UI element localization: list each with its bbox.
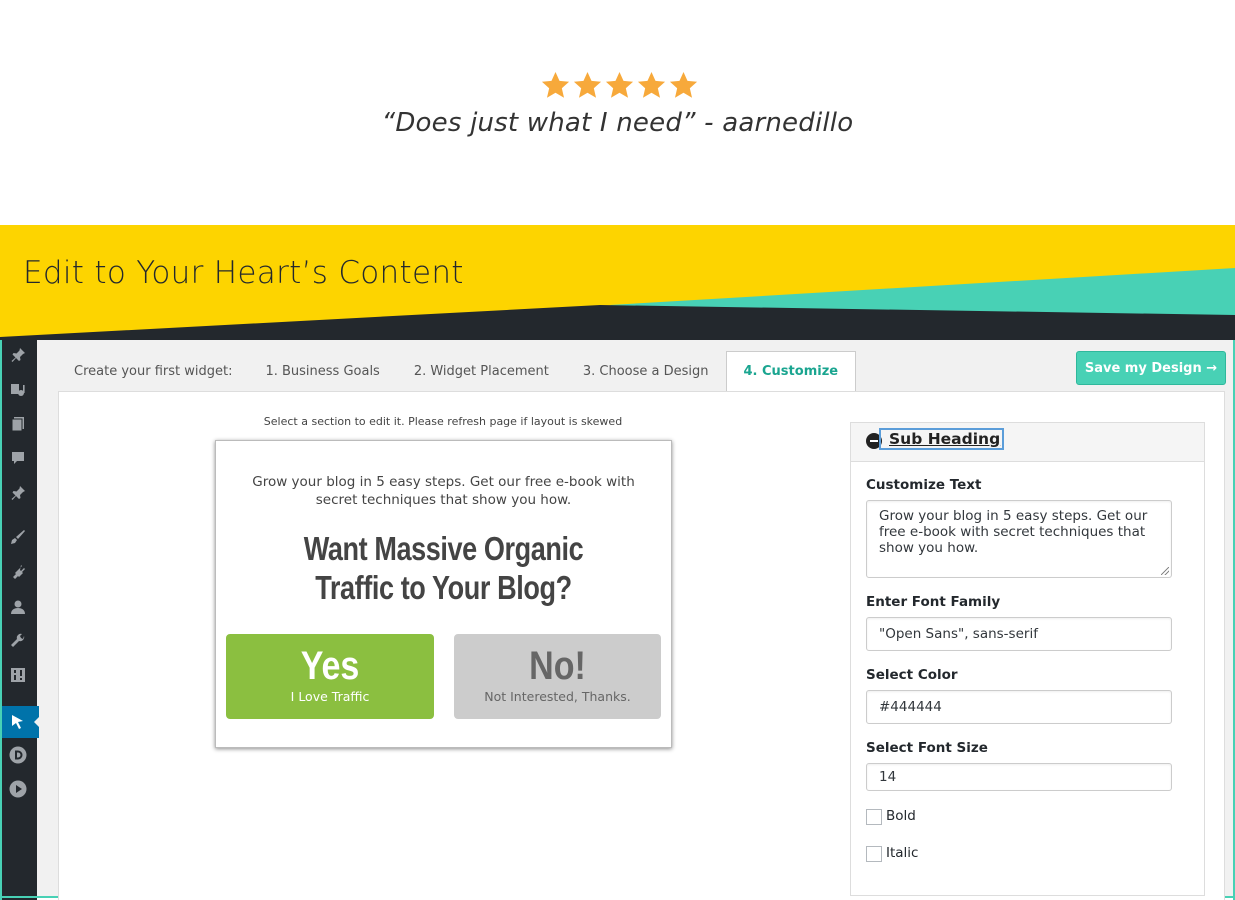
- rating-stars: [540, 70, 700, 102]
- yes-small-label: I Love Traffic: [290, 689, 370, 704]
- widget-preview: Grow your blog in 5 easy steps. Get our …: [215, 440, 672, 748]
- star-icon: [605, 71, 634, 98]
- save-design-button[interactable]: Save my Design →: [1076, 351, 1226, 385]
- resize-handle-icon[interactable]: [1161, 567, 1169, 575]
- tab-choose-design[interactable]: 3. Choose a Design: [566, 351, 726, 391]
- appearance-icon[interactable]: [9, 528, 27, 546]
- play-icon[interactable]: [9, 780, 27, 798]
- widget-heading[interactable]: Want Massive Organic Traffic to Your Blo…: [257, 529, 630, 607]
- widget-heading-line2: Traffic to Your Blog?: [315, 569, 572, 606]
- no-small-label: Not Interested, Thanks.: [484, 689, 631, 704]
- widget-heading-line1: Want Massive Organic: [303, 530, 584, 567]
- star-icon: [669, 71, 698, 98]
- wizard-tabs: Create your first widget: 1. Business Go…: [58, 351, 857, 391]
- font-family-input[interactable]: "Open Sans", sans-serif: [866, 617, 1172, 651]
- section-title[interactable]: Sub Heading: [878, 428, 1005, 450]
- star-icon: [541, 71, 570, 98]
- italic-checkbox[interactable]: [866, 846, 882, 862]
- no-big-label: No!: [529, 644, 586, 688]
- pages-icon[interactable]: [9, 415, 27, 433]
- banner-title: Edit to Your Heart’s Content: [23, 255, 464, 291]
- font-size-label: Select Font Size: [866, 740, 988, 756]
- tab-widget-placement[interactable]: 2. Widget Placement: [397, 351, 566, 391]
- users-icon[interactable]: [9, 598, 27, 616]
- font-family-label: Enter Font Family: [866, 594, 1001, 610]
- tab-business-goals[interactable]: 1. Business Goals: [248, 351, 396, 391]
- star-icon: [637, 71, 666, 98]
- media-icon[interactable]: [9, 381, 27, 399]
- tabs-intro: Create your first widget:: [74, 364, 233, 379]
- widget-no-button[interactable]: No! Not Interested, Thanks.: [454, 634, 661, 719]
- customize-text-value: Grow your blog in 5 easy steps. Get our …: [879, 508, 1148, 556]
- customize-text-textarea[interactable]: Grow your blog in 5 easy steps. Get our …: [866, 500, 1172, 578]
- settings-icon[interactable]: [9, 666, 27, 684]
- pin-icon[interactable]: [9, 346, 27, 364]
- star-icon: [573, 71, 602, 98]
- tab-customize[interactable]: 4. Customize: [725, 351, 857, 391]
- bold-label: Bold: [886, 808, 916, 824]
- collapse-minus-icon[interactable]: [866, 433, 882, 449]
- edit-hint: Select a section to edit it. Please refr…: [263, 415, 623, 428]
- pin-icon[interactable]: [9, 484, 27, 502]
- font-size-input[interactable]: 14: [866, 763, 1172, 791]
- cursor-icon[interactable]: [9, 713, 27, 731]
- widget-yes-button[interactable]: Yes I Love Traffic: [226, 634, 434, 719]
- tools-icon[interactable]: [9, 632, 27, 650]
- plugins-icon[interactable]: [9, 563, 27, 581]
- bold-checkbox[interactable]: [866, 809, 882, 825]
- d-logo-icon[interactable]: [9, 746, 27, 764]
- color-label: Select Color: [866, 667, 958, 683]
- customize-text-label: Customize Text: [866, 477, 982, 493]
- color-input[interactable]: #444444: [866, 690, 1172, 724]
- widget-subheading[interactable]: Grow your blog in 5 easy steps. Get our …: [216, 473, 671, 509]
- customize-panel: [850, 422, 1205, 896]
- italic-label: Italic: [886, 845, 919, 861]
- comments-icon[interactable]: [9, 449, 27, 467]
- yes-big-label: Yes: [300, 644, 360, 688]
- testimonial-quote: “Does just what I need” - aarnedillo: [381, 108, 854, 138]
